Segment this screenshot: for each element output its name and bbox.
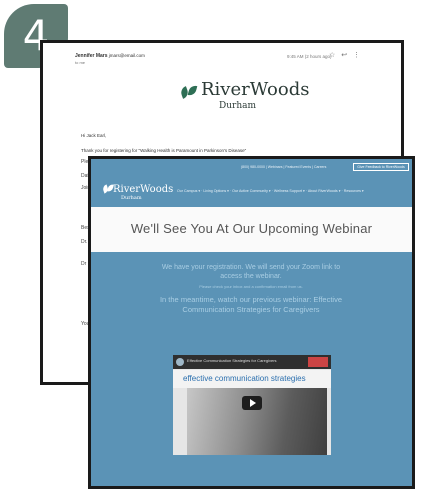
confirmation-text: access the webinar.: [220, 273, 282, 280]
video-title[interactable]: Effective Communication Strategies for C…: [187, 358, 277, 363]
utility-link-events[interactable]: Featured Events: [285, 165, 311, 169]
utility-link-careers[interactable]: Careers: [314, 165, 326, 169]
email-actions: ☆↩⋮: [329, 51, 366, 59]
feedback-button[interactable]: Give Feedback to RiverWoods: [353, 163, 409, 171]
nav-item-campus[interactable]: Our Campus: [177, 189, 197, 193]
play-icon: [250, 399, 256, 407]
email-sender-line: Jennifer Mars jmars@email.com: [75, 53, 145, 59]
utility-links: (800) 980-0000 | Webinars | Featured Eve…: [241, 165, 327, 169]
nav-item-wellness[interactable]: Wellness Support: [274, 189, 302, 193]
leaf-icon: [187, 84, 198, 97]
email-sender-address: jmars@email.com: [108, 53, 145, 58]
nav-item-about[interactable]: About RiverWoods: [308, 189, 338, 193]
website-screenshot: (800) 980-0000 | Webinars | Featured Eve…: [88, 156, 415, 489]
confirmation-note: Please check your inbox and a confirmati…: [199, 284, 303, 289]
watch-later-icon[interactable]: [308, 357, 328, 367]
utility-link-webinars[interactable]: Webinars: [268, 165, 283, 169]
page-title: We'll See You At Our Upcoming Webinar: [130, 221, 373, 236]
channel-avatar: [176, 358, 184, 366]
nav-item-community[interactable]: Our Active Community: [232, 189, 268, 193]
utility-link-phone[interactable]: (800) 980-0000: [241, 165, 265, 169]
video-heading-text: effective communication strategies: [183, 374, 306, 383]
meantime-text: Communication Strategies for Caregivers: [182, 305, 320, 314]
site-logo-wordmark[interactable]: RiverWoods: [113, 184, 173, 195]
email-thanks-line: Thank you for registering for "Walking H…: [81, 148, 247, 153]
more-icon[interactable]: ⋮: [353, 52, 366, 59]
confirmation-text: We have your registration. We will send …: [161, 264, 341, 271]
logo-wordmark: RiverWoods: [201, 79, 310, 100]
logo-subtitle: Durham: [219, 101, 257, 111]
site-header: (800) 980-0000 | Webinars | Featured Eve…: [91, 159, 412, 207]
site-logo-subtitle: Durham: [121, 195, 142, 201]
main-nav: Our Campus ▾ · Living Options ▾ · Our Ac…: [177, 189, 364, 193]
video-player[interactable]: Effective Communication Strategies for C…: [173, 355, 331, 455]
email-timestamp: 9:45 AM (2 hours ago): [287, 54, 332, 59]
email-logo: RiverWoods Durham: [179, 79, 309, 129]
meantime-text: In the meantime, watch our previous webi…: [159, 295, 343, 304]
email-recipient: to me: [75, 60, 86, 65]
nav-item-living[interactable]: Living Options: [203, 189, 226, 193]
nav-item-resources[interactable]: Resources: [344, 189, 361, 193]
email-greeting: Hi Jack Earl,: [81, 133, 107, 138]
email-sender-name: Jennifer Mars: [75, 53, 108, 59]
reply-icon[interactable]: ↩: [341, 52, 353, 59]
star-icon[interactable]: ☆: [329, 52, 341, 59]
